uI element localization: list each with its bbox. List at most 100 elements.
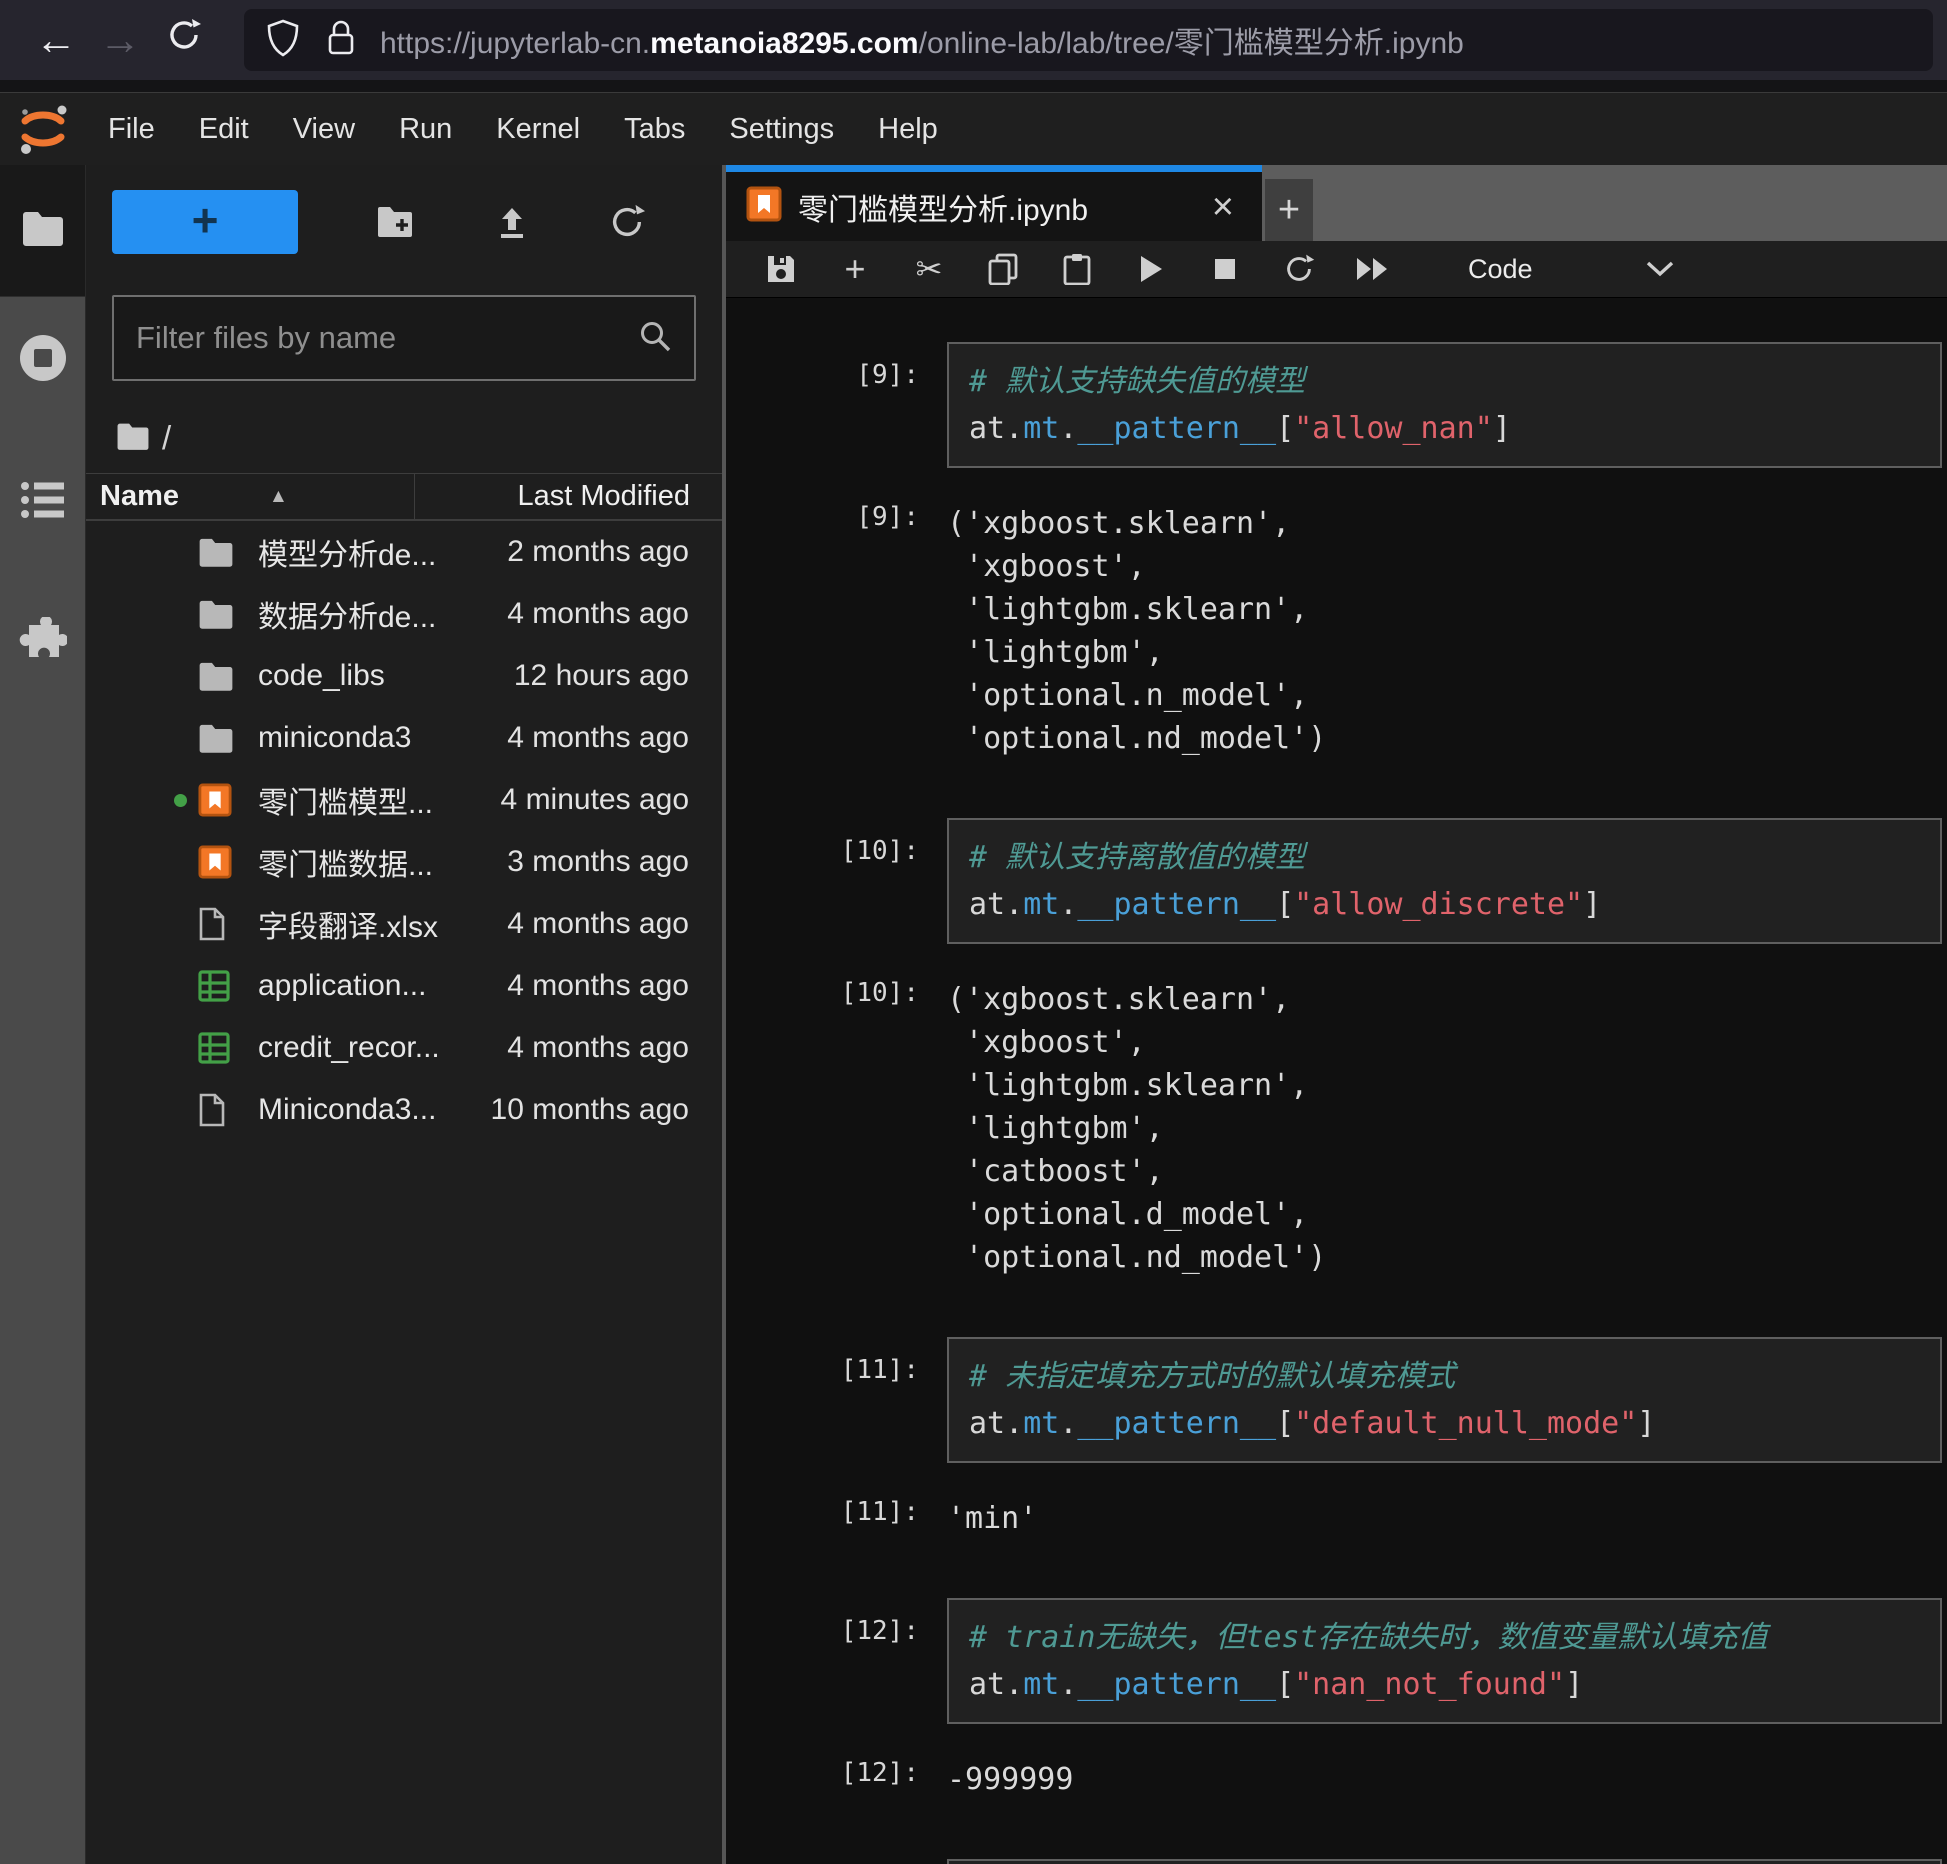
new-launcher-button[interactable]: +: [112, 190, 298, 254]
file-last-modified: 12 hours ago: [472, 659, 722, 693]
code-token-attr: mt: [1023, 887, 1059, 922]
menu-help[interactable]: Help: [856, 93, 960, 165]
cell-code-editor[interactable]: # train无缺失，但test存在缺失时，离散变量默认填充值 at.mt.__…: [947, 1859, 1942, 1864]
home-folder-icon[interactable]: [116, 422, 150, 455]
cell-input-prompt: [10]:: [726, 818, 947, 944]
file-last-modified: 4 months ago: [472, 907, 722, 941]
copy-icon[interactable]: [966, 253, 1040, 285]
file-row[interactable]: code_libs 12 hours ago: [86, 645, 722, 707]
file-row[interactable]: 字段翻译.xlsx 4 months ago: [86, 893, 722, 955]
file-name: 模型分析de...: [240, 530, 472, 574]
chevron-down-icon[interactable]: [1645, 260, 1675, 278]
cell-type-dropdown[interactable]: Code: [1468, 254, 1533, 285]
code-token-plain: ]: [1493, 411, 1511, 446]
code-token-attr: mt: [1023, 1667, 1059, 1702]
browser-refresh-icon[interactable]: [152, 15, 216, 65]
url-bar[interactable]: https://jupyterlab-cn.metanoia8295.com/o…: [244, 9, 1933, 71]
folder-icon: [198, 723, 240, 753]
cell-input-prompt: [13]:: [726, 1859, 947, 1864]
fast-forward-icon[interactable]: [1336, 256, 1410, 282]
cell-code-editor[interactable]: # train无缺失，但test存在缺失时，数值变量默认填充值 at.mt.__…: [947, 1598, 1942, 1724]
menu-edit[interactable]: Edit: [177, 93, 271, 165]
new-tab-button[interactable]: +: [1265, 179, 1313, 241]
menu-run[interactable]: Run: [377, 93, 474, 165]
code-token-plain: ]: [1637, 1406, 1655, 1441]
code-line: at.mt.__pattern__["nan_not_found"]: [969, 1661, 1920, 1708]
file-last-modified: 4 months ago: [472, 597, 722, 631]
cell-code-editor[interactable]: # 默认支持离散值的模型 at.mt.__pattern__["allow_di…: [947, 818, 1942, 944]
new-folder-icon[interactable]: [376, 205, 416, 239]
file-last-modified: 4 minutes ago: [472, 783, 722, 817]
cell-output-prompt: [12]:: [726, 1758, 947, 1801]
file-row[interactable]: miniconda3 4 months ago: [86, 707, 722, 769]
tab-bar: 零门槛模型分析.ipynb × +: [726, 165, 1947, 241]
code-token-plain: .: [1059, 411, 1077, 446]
cell-input-row: [10]: # 默认支持离散值的模型 at.mt.__pattern__["al…: [726, 818, 1947, 944]
sort-ascending-icon: ▲: [269, 486, 288, 508]
code-token-attr: mt: [1023, 411, 1059, 446]
file-last-modified: 3 months ago: [472, 845, 722, 879]
shield-icon[interactable]: [266, 19, 300, 62]
extensions-puzzle-icon[interactable]: [19, 617, 67, 670]
sidebar-tab-filebrowser[interactable]: [0, 165, 85, 296]
file-listing: 模型分析de... 2 months ago 数据分析de... 4 month…: [86, 521, 722, 1864]
code-token-string: "default_null_mode": [1294, 1406, 1637, 1441]
tab-close-icon[interactable]: ×: [1206, 188, 1240, 226]
breadcrumb-root[interactable]: /: [162, 419, 171, 457]
file-row[interactable]: 零门槛数据... 3 months ago: [86, 831, 722, 893]
menu-kernel[interactable]: Kernel: [474, 93, 602, 165]
cell-output-text: -999999: [947, 1758, 1947, 1801]
file-listing-header: Name ▲ Last Modified: [86, 473, 722, 521]
running-kernels-icon[interactable]: [18, 333, 68, 388]
menu-file[interactable]: File: [86, 93, 177, 165]
file-row[interactable]: 零门槛模型... 4 minutes ago: [86, 769, 722, 831]
breadcrumb[interactable]: /: [116, 419, 722, 457]
lock-icon[interactable]: [326, 19, 356, 62]
filter-files-input[interactable]: [136, 320, 638, 356]
forward-icon[interactable]: →: [88, 16, 152, 64]
cell-output-text: ('xgboost.sklearn', 'xgboost', 'lightgbm…: [947, 502, 1947, 760]
code-token-attr: __pattern__: [1077, 1406, 1276, 1441]
cell-code-editor[interactable]: # 未指定填充方式时的默认填充模式 at.mt.__pattern__["def…: [947, 1337, 1942, 1463]
column-header-last-modified[interactable]: Last Modified: [414, 474, 722, 519]
file-name: application...: [240, 969, 472, 1003]
refresh-icon[interactable]: [608, 203, 646, 241]
notebook-file-icon: [746, 186, 782, 227]
paste-icon[interactable]: [1040, 253, 1114, 285]
cell-output-row: [11]: 'min': [726, 1497, 1947, 1540]
file-row[interactable]: application... 4 months ago: [86, 955, 722, 1017]
cell-output-text: ('xgboost.sklearn', 'xgboost', 'lightgbm…: [947, 978, 1947, 1279]
spreadsheet-icon: [198, 1032, 240, 1064]
cell-output-text: 'min': [947, 1497, 1947, 1540]
cut-icon[interactable]: ✂: [892, 253, 966, 285]
menu-settings[interactable]: Settings: [707, 93, 856, 165]
save-icon[interactable]: [744, 254, 818, 284]
menu-view[interactable]: View: [271, 93, 377, 165]
add-cell-icon[interactable]: +: [818, 251, 892, 287]
file-name: code_libs: [240, 659, 472, 693]
code-token-plain: [: [1276, 1667, 1294, 1702]
file-row[interactable]: credit_recor... 4 months ago: [86, 1017, 722, 1079]
tab-notebook[interactable]: 零门槛模型分析.ipynb ×: [726, 165, 1262, 241]
file-row[interactable]: 模型分析de... 2 months ago: [86, 521, 722, 583]
run-icon[interactable]: [1114, 254, 1188, 284]
cell-output-prompt: [10]:: [726, 978, 947, 1279]
restart-icon[interactable]: [1262, 253, 1336, 285]
search-icon: [638, 319, 672, 358]
file-row[interactable]: Miniconda3... 10 months ago: [86, 1079, 722, 1141]
notebook-cell: [9]: # 默认支持缺失值的模型 at.mt.__pattern__["all…: [726, 342, 1947, 760]
column-header-name[interactable]: Name ▲: [86, 480, 414, 513]
file-row[interactable]: 数据分析de... 4 months ago: [86, 583, 722, 645]
cell-code-editor[interactable]: # 默认支持缺失值的模型 at.mt.__pattern__["allow_na…: [947, 342, 1942, 468]
code-comment-line: # 默认支持离散值的模型: [969, 834, 1920, 881]
upload-icon[interactable]: [494, 204, 530, 240]
app-logo-icon: [0, 101, 86, 157]
menu-bar: FileEditViewRunKernelTabsSettingsHelp: [0, 92, 1947, 165]
stop-icon[interactable]: [1188, 257, 1262, 281]
back-icon[interactable]: ←: [24, 16, 88, 64]
code-line: at.mt.__pattern__["allow_nan"]: [969, 405, 1920, 452]
code-token-attr: __pattern__: [1077, 1667, 1276, 1702]
menu-tabs[interactable]: Tabs: [602, 93, 707, 165]
code-token-plain: at.: [969, 1667, 1023, 1702]
table-of-contents-icon[interactable]: [20, 480, 66, 525]
